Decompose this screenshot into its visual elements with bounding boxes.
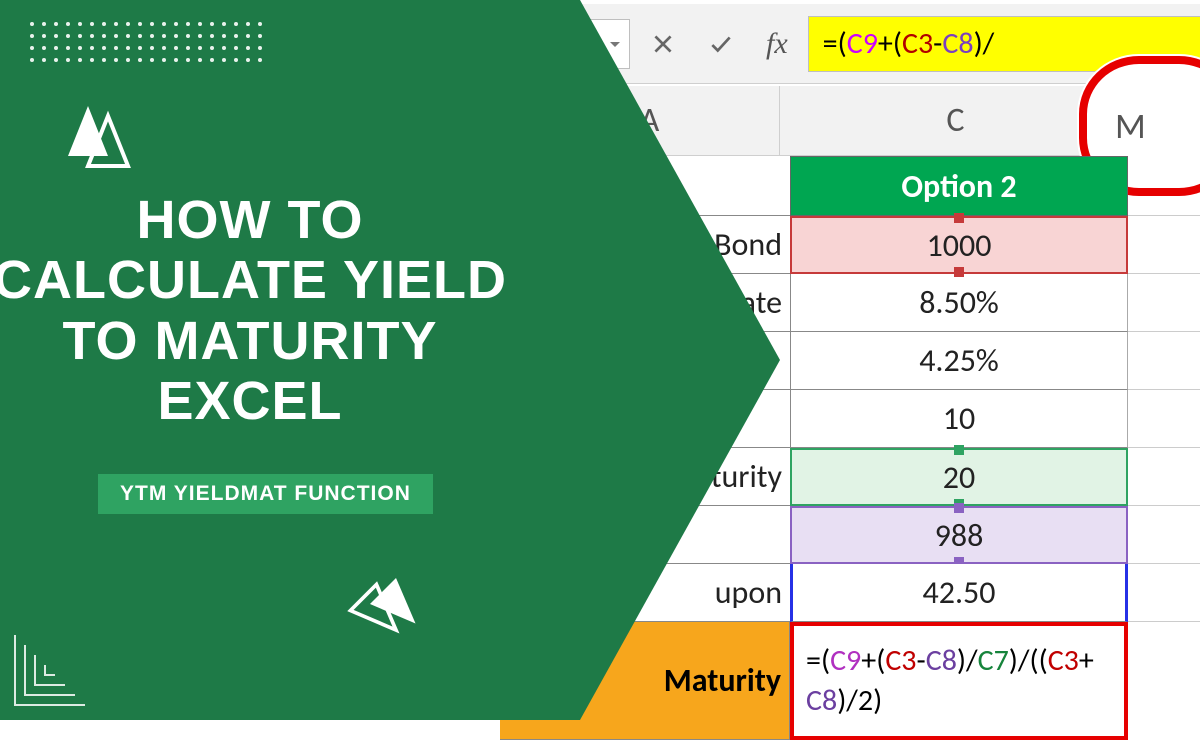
cell-empty[interactable] xyxy=(1128,332,1200,390)
thumbnail-subtitle: YTM YIELDMAT FUNCTION xyxy=(98,474,433,514)
column-header-next[interactable]: M xyxy=(1132,86,1200,156)
cell-value[interactable]: 8.50% xyxy=(790,274,1128,332)
cell-value[interactable]: 988 xyxy=(790,506,1128,564)
cell-empty[interactable] xyxy=(1128,564,1200,622)
dot-grid-decoration xyxy=(30,22,270,70)
cell-empty[interactable] xyxy=(1128,506,1200,564)
cell-value[interactable]: 1000 xyxy=(790,216,1128,274)
active-formula-cell[interactable]: =(C9+(C3-C8)/ C7)/((C3+C8)/2) xyxy=(790,622,1128,740)
cell-value[interactable]: 10 xyxy=(790,390,1128,448)
corner-chevron-decoration xyxy=(10,600,120,710)
cell-d-header[interactable] xyxy=(1128,156,1200,216)
thumbnail-title: HOW TO CALCULATE YIELD TO MATURITY EXCEL xyxy=(0,190,520,432)
cell-value[interactable]: 42.50 xyxy=(790,564,1128,622)
cell-value[interactable]: 20 xyxy=(790,448,1128,506)
callout-text: M xyxy=(1115,104,1146,148)
left-panel-arrow xyxy=(580,0,780,720)
cell-c-header[interactable]: Option 2 xyxy=(790,156,1128,216)
cell-empty[interactable] xyxy=(1128,274,1200,332)
cell-value[interactable]: 4.25% xyxy=(790,332,1128,390)
brand-logo-icon xyxy=(38,86,138,186)
cell-empty[interactable] xyxy=(1128,216,1200,274)
cell-empty[interactable] xyxy=(1128,448,1200,506)
cell-empty[interactable] xyxy=(1128,622,1200,740)
cell-empty[interactable] xyxy=(1128,390,1200,448)
